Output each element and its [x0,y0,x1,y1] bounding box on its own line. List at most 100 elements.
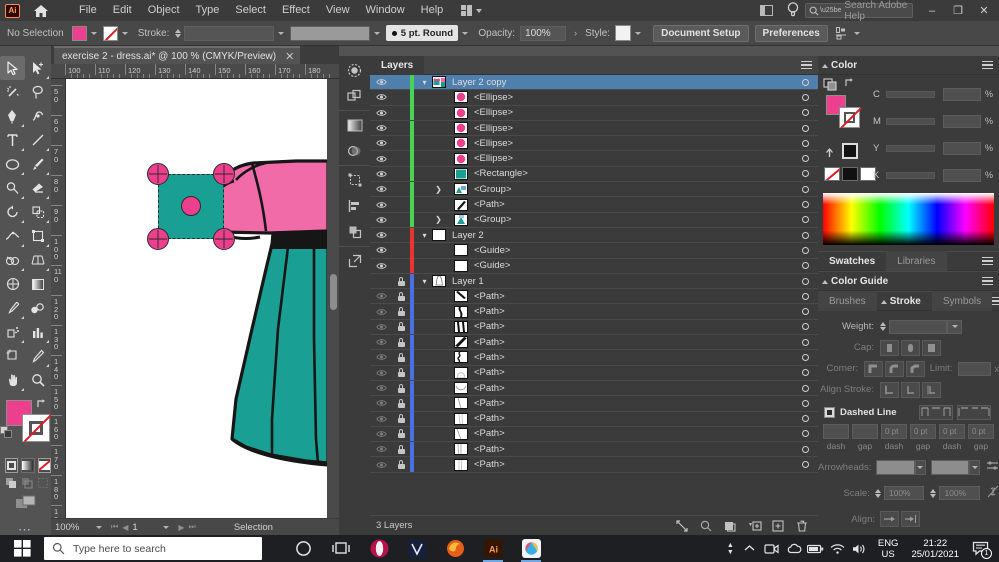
mesh-tool[interactable] [0,272,25,296]
close-button[interactable]: ✕ [971,0,997,21]
visibility-toggle-eye-icon[interactable] [370,399,392,407]
visibility-toggle-eye-icon[interactable] [370,262,392,270]
layer-row[interactable]: <Rectangle> [370,166,818,183]
anchor-bottom-right[interactable] [213,228,235,250]
menu-item-object[interactable]: Object [140,0,188,21]
lock-toggle-icon[interactable] [392,398,410,408]
layer-row[interactable]: <Path> [370,319,818,336]
blend-tool[interactable] [25,296,50,320]
layer-row[interactable]: <Ellipse> [370,89,818,106]
visibility-toggle-eye-icon[interactable] [370,246,392,254]
hand-tool[interactable] [0,368,25,392]
zoom-tool[interactable] [25,368,50,392]
menu-item-help[interactable]: Help [413,0,452,21]
layer-row[interactable]: <Path> [370,304,818,320]
artboard-tool[interactable] [0,344,25,368]
color-panel-title[interactable]: Color [818,60,857,71]
layer-name[interactable]: <Ellipse> [474,107,792,118]
align-icon[interactable] [346,197,364,215]
layer-row[interactable]: <Path> [370,380,818,397]
align-stroke-center-button[interactable] [880,381,899,398]
close-document-icon[interactable]: ✕ [285,50,294,63]
lock-toggle-icon[interactable] [392,337,410,347]
limit-input[interactable] [958,361,991,376]
layer-name[interactable]: <Path> [474,413,792,424]
align-stroke-outside-button[interactable] [922,381,941,398]
lock-toggle-icon[interactable] [392,322,410,332]
layer-row[interactable]: <Ellipse> [370,120,818,137]
round-join-button[interactable] [885,360,905,377]
tab-libraries[interactable]: Libraries [886,251,947,271]
free-transform-tool[interactable] [25,224,50,248]
weight-input[interactable] [889,319,947,334]
photos-icon[interactable] [512,535,550,562]
color-panel-menu-icon[interactable] [982,60,993,70]
lock-toggle-icon[interactable] [392,307,410,317]
arrange-documents-button[interactable] [461,5,483,16]
opera-icon[interactable] [360,535,398,562]
arrowhead-end-chevron-down-icon[interactable] [969,459,980,475]
visibility-toggle-eye-icon[interactable] [370,78,392,86]
layer-name[interactable]: <Path> [474,337,792,348]
stroke-weight-input[interactable] [184,25,275,41]
projecting-cap-button[interactable] [922,339,941,356]
brush-definition-select[interactable]: 5 pt. Round [386,25,459,41]
visibility-toggle-eye-icon[interactable] [370,461,392,469]
anchor-center[interactable] [181,196,201,216]
lock-toggle-icon[interactable] [392,383,410,393]
layer-name[interactable]: <Path> [474,398,792,409]
miter-join-button[interactable] [864,360,884,377]
target-indicator[interactable] [792,246,818,254]
scale-end-input[interactable]: 100% [939,486,981,500]
locate-object-icon[interactable] [676,519,688,532]
visibility-toggle-eye-icon[interactable] [370,170,392,178]
color-swap-icon[interactable] [844,77,855,88]
layer-name[interactable]: <Path> [474,428,792,439]
gap-input-3[interactable]: 0 pt [968,424,994,439]
artboard-nav-first[interactable]: ⏮ [111,522,118,532]
target-indicator[interactable] [792,155,818,163]
link-arrowhead-scales-icon[interactable] [987,485,999,501]
visibility-toggle-eye-icon[interactable] [370,415,392,423]
restore-button[interactable]: ❐ [945,0,971,21]
chevron-down-icon[interactable]: ▾ [417,231,432,240]
layer-row[interactable]: <Guide> [370,242,818,259]
chevron-down-icon[interactable]: ▾ [417,78,432,87]
target-indicator[interactable] [792,384,818,392]
artboard-number[interactable]: 1 [128,522,154,533]
layer-row[interactable]: ▾ Layer 1 [370,273,818,290]
visibility-toggle-eye-icon[interactable] [370,109,392,117]
selection-tool[interactable] [0,56,25,80]
color-button[interactable] [5,458,19,473]
dashed-line-checkbox[interactable] [824,407,835,418]
menu-item-file[interactable]: File [71,0,105,21]
value-k[interactable] [943,168,981,182]
symbols-icon[interactable] [346,87,364,105]
swatches-panel-menu-icon[interactable] [982,256,993,266]
draw-normal-icon[interactable] [5,477,17,489]
canvas-vertical-scrollbar[interactable] [327,79,339,518]
language-indicator[interactable]: ENG US [871,538,906,560]
extend-arrow-beyond-end-button[interactable] [880,511,899,527]
toolbar-stroke-swatch[interactable] [22,413,53,443]
scale-start-stepper[interactable] [874,488,881,498]
workspace-switcher-button[interactable] [752,5,781,16]
layer-row[interactable]: ▾ Layer 2 [370,227,818,244]
place-arrow-at-end-button[interactable] [901,511,920,527]
layer-row[interactable]: <Guide> [370,258,818,274]
type-tool[interactable] [0,128,25,152]
zoom-level[interactable]: 100% [51,522,87,533]
gradient-icon[interactable] [346,116,364,134]
layer-row[interactable]: <Path> [370,395,818,412]
lock-toggle-icon[interactable] [392,276,410,286]
layer-name[interactable]: <Ellipse> [474,138,792,149]
bevel-join-button[interactable] [906,360,926,377]
firefox-icon[interactable] [436,535,474,562]
color-spectrum-ramp[interactable] [823,193,994,245]
minimize-button[interactable]: – [919,0,945,21]
visibility-toggle-eye-icon[interactable] [370,353,392,361]
target-indicator[interactable] [792,185,818,193]
paintbrush-tool[interactable] [25,152,50,176]
menu-item-window[interactable]: Window [358,0,413,21]
delete-selection-icon[interactable] [796,520,808,532]
